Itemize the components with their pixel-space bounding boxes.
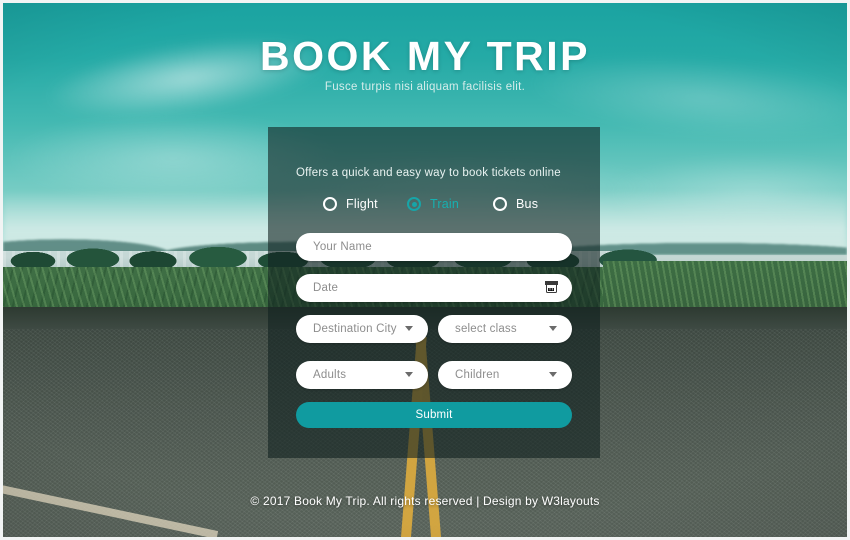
chevron-down-icon[interactable] [405, 372, 413, 377]
radio-circle-icon[interactable] [323, 197, 337, 211]
children-value: Children [455, 369, 500, 381]
submit-button[interactable]: Submit [296, 402, 572, 428]
radio-label-train: Train [430, 197, 460, 211]
travel-mode-radio-group: Flight Train Bus [296, 197, 572, 221]
class-select[interactable]: select class [438, 315, 572, 343]
radio-option-flight[interactable]: Flight [323, 197, 378, 211]
destination-city-select[interactable]: Destination City [296, 315, 428, 343]
page-title: BOOK MY TRIP [260, 33, 590, 79]
class-value: select class [455, 323, 517, 335]
date-input[interactable]: Date [296, 274, 572, 302]
radio-option-train[interactable]: Train [407, 197, 459, 211]
radio-label-flight: Flight [346, 197, 378, 211]
radio-circle-selected-icon[interactable] [407, 197, 421, 211]
chevron-down-icon[interactable] [549, 326, 557, 331]
radio-option-bus[interactable]: Bus [493, 197, 538, 211]
radio-circle-icon[interactable] [493, 197, 507, 211]
name-input-placeholder: Your Name [313, 241, 372, 253]
page-subtitle: Fusce turpis nisi aliquam facilisis elit… [324, 81, 526, 93]
form-intro-text: Offers a quick and easy way to book tick… [296, 167, 561, 179]
booking-form-panel: Offers a quick and easy way to book tick… [268, 127, 600, 458]
destination-city-value: Destination City [313, 323, 397, 335]
chevron-down-icon[interactable] [405, 326, 413, 331]
date-input-placeholder: Date [313, 282, 339, 294]
footer-copyright: © 2017 Book My Trip. All rights reserved… [250, 494, 600, 508]
name-input[interactable]: Your Name [296, 233, 572, 261]
page-content: BOOK MY TRIP Fusce turpis nisi aliquam f… [3, 3, 847, 537]
adults-select[interactable]: Adults [296, 361, 428, 389]
chevron-down-icon[interactable] [549, 372, 557, 377]
calendar-icon[interactable] [545, 281, 558, 293]
radio-label-bus: Bus [516, 197, 539, 211]
children-select[interactable]: Children [438, 361, 572, 389]
page-root: BOOK MY TRIP Fusce turpis nisi aliquam f… [0, 0, 850, 540]
adults-value: Adults [313, 369, 347, 381]
